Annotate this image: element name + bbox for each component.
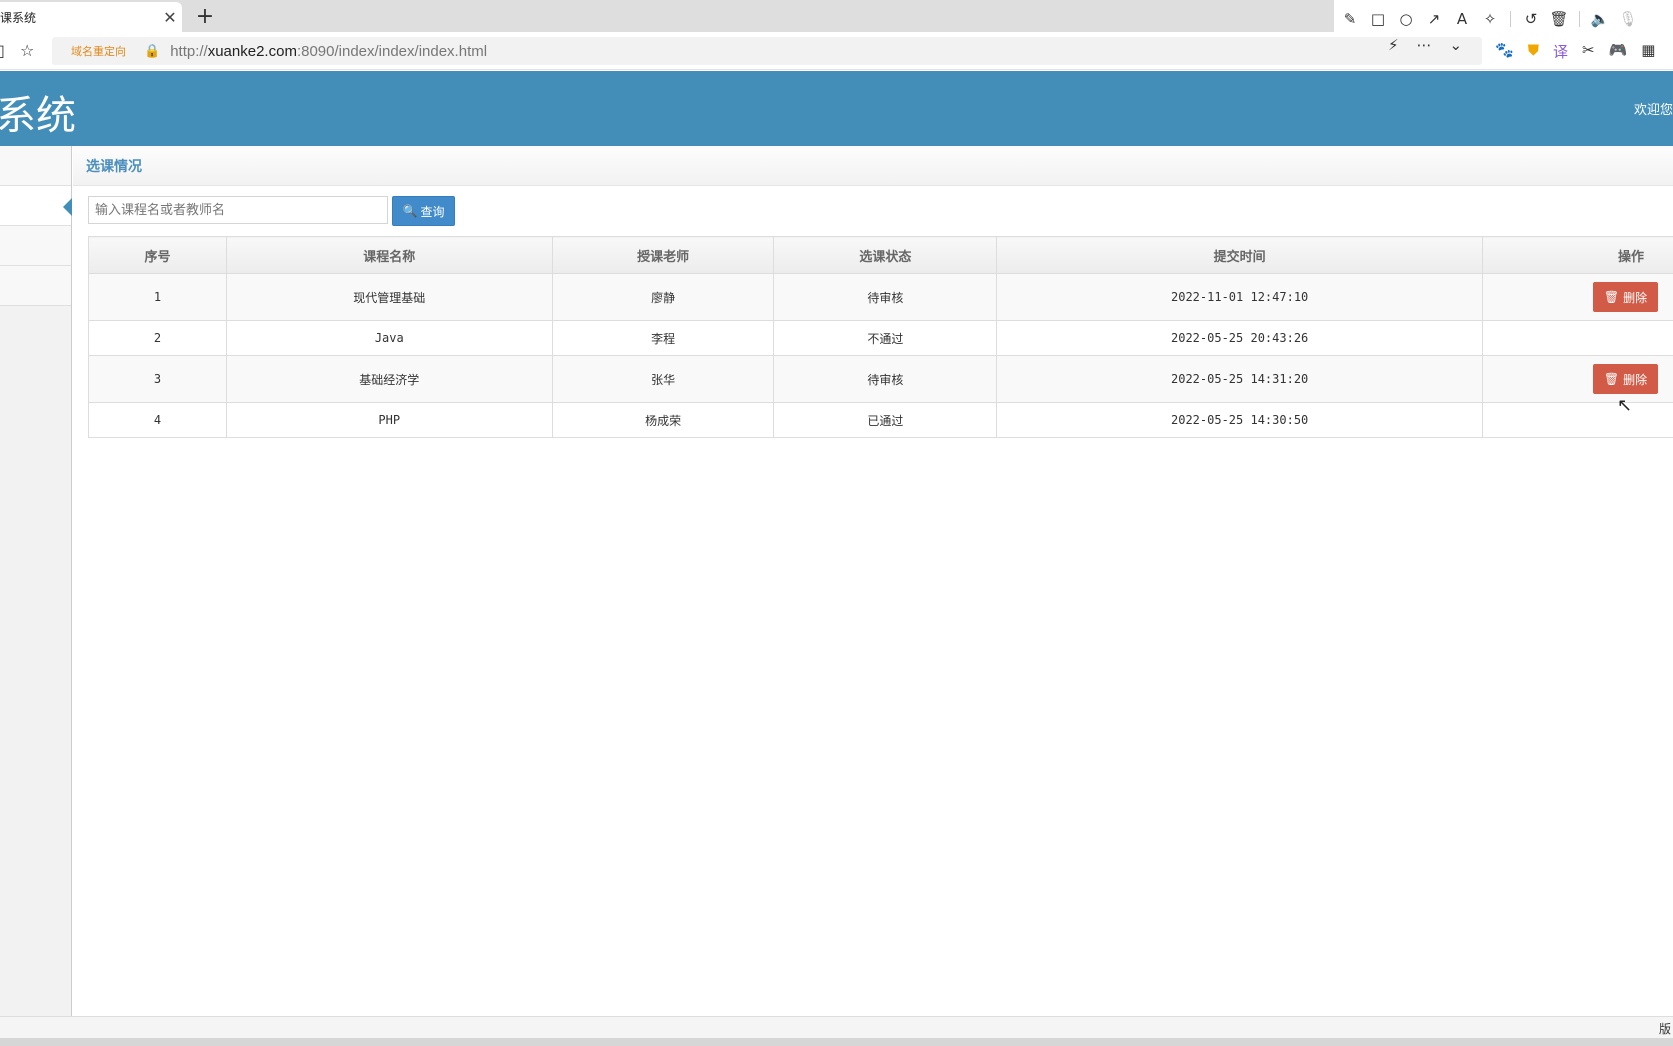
- cell-status: 待审核: [773, 273, 998, 321]
- cell-index: 3: [88, 355, 227, 403]
- cell-course: Java: [225, 320, 553, 356]
- page-title: 选课情况: [86, 158, 142, 175]
- circle-icon[interactable]: ○: [1398, 11, 1414, 27]
- column-header-course: 课程名称: [225, 236, 553, 274]
- delete-button-label: 删除: [1623, 372, 1648, 387]
- cell-index: 4: [88, 402, 227, 438]
- translate-icon[interactable]: 译: [1553, 41, 1568, 62]
- table-row: 1 现代管理基础 廖静 待审核 2022-11-01 12:47:10 🗑 删除: [88, 273, 1673, 321]
- magic-wand-icon[interactable]: ✧: [1482, 11, 1498, 27]
- cell-teacher: 杨成荣: [551, 402, 775, 438]
- redirect-label[interactable]: 域名重定向: [71, 43, 126, 59]
- cell-action: 🗑 删除: [1481, 273, 1673, 321]
- address-bar: ▯ ☆ 域名重定向 🔒 http://xuanke2.com:8090/inde…: [0, 32, 1673, 70]
- main-content: 选课情况 🔍 查询 序号 课程名称 授课老师 选课状态 提交时间 操作 1: [73, 146, 1673, 1016]
- url-actions: ⚡ ⋯ ⌄: [1388, 36, 1462, 54]
- new-tab-button[interactable]: +: [192, 2, 218, 30]
- extension-icon[interactable]: 🐾: [1495, 41, 1514, 62]
- cell-time: 2022-05-25 14:30:50: [996, 402, 1483, 438]
- insecure-icon[interactable]: 🔒: [144, 44, 160, 59]
- cell-action: [1481, 320, 1673, 356]
- delete-button-label: 删除: [1623, 290, 1648, 305]
- table-row: 4 PHP 杨成荣 已通过 2022-05-25 14:30:50: [88, 402, 1673, 438]
- welcome-text[interactable]: 欢迎您: [1634, 99, 1673, 118]
- course-selection-table: 序号 课程名称 授课老师 选课状态 提交时间 操作 1 现代管理基础 廖静 待审…: [88, 236, 1673, 438]
- more-icon[interactable]: ⋯: [1417, 36, 1432, 54]
- cell-index: 2: [88, 320, 227, 356]
- browser-status-bar: 版: [0, 1016, 1673, 1038]
- game-icon[interactable]: 🎮: [1609, 41, 1628, 62]
- cell-teacher: 张华: [551, 355, 775, 403]
- trash-icon: 🗑: [1603, 372, 1620, 386]
- cell-course: 现代管理基础: [225, 273, 553, 321]
- sidebar-item-active[interactable]: [0, 186, 72, 226]
- cell-teacher: 廖静: [551, 273, 775, 321]
- column-header-time: 提交时间: [996, 236, 1483, 274]
- cell-teacher: 李程: [551, 320, 775, 356]
- chevron-down-icon[interactable]: ⌄: [1450, 36, 1463, 54]
- search-icon: 🔍: [402, 204, 418, 218]
- delete-button[interactable]: 🗑 删除: [1592, 364, 1658, 394]
- undo-icon[interactable]: ↺: [1523, 11, 1539, 27]
- microphone-icon[interactable]: 🎙: [1618, 11, 1637, 27]
- app-title: 系统: [0, 93, 76, 139]
- trash-icon[interactable]: 🗑: [1549, 11, 1568, 27]
- column-header-teacher: 授课老师: [551, 236, 775, 274]
- query-button-label: 查询: [420, 204, 445, 219]
- rectangle-icon[interactable]: □: [1370, 11, 1386, 27]
- favorites-icon[interactable]: ☆: [20, 41, 34, 60]
- trash-icon: 🗑: [1603, 290, 1620, 304]
- cell-index: 1: [88, 273, 227, 321]
- mouse-cursor-icon: ↖: [1617, 395, 1633, 416]
- sidebar-toggle-icon[interactable]: ▯: [0, 41, 5, 60]
- cell-action: [1481, 402, 1673, 438]
- pencil-icon[interactable]: ✎: [1342, 11, 1358, 27]
- search-input[interactable]: [88, 196, 388, 224]
- cell-course: 基础经济学: [225, 355, 553, 403]
- column-header-index: 序号: [88, 236, 227, 274]
- lightning-icon[interactable]: ⚡: [1388, 36, 1399, 54]
- cell-time: 2022-05-25 20:43:26: [996, 320, 1483, 356]
- divider: [1510, 11, 1511, 27]
- cell-action: 🗑 删除: [1481, 355, 1673, 403]
- active-indicator: [63, 198, 72, 216]
- status-text: 版: [1658, 1022, 1671, 1036]
- os-taskbar: [0, 1038, 1673, 1046]
- table-row: 2 Java 李程 不通过 2022-05-25 20:43:26: [88, 320, 1673, 356]
- table-header-row: 序号 课程名称 授课老师 选课状态 提交时间 操作: [88, 236, 1673, 274]
- scissors-icon[interactable]: ✂: [1582, 41, 1595, 62]
- delete-button[interactable]: 🗑 删除: [1592, 282, 1658, 312]
- column-header-action: 操作: [1481, 236, 1673, 274]
- column-header-status: 选课状态: [773, 236, 998, 274]
- cell-course: PHP: [225, 402, 553, 438]
- sidebar-item[interactable]: [0, 146, 71, 186]
- table-row: 3 基础经济学 张华 待审核 2022-05-25 14:31:20 🗑 删除: [88, 355, 1673, 403]
- app-header: 系统 欢迎您: [0, 71, 1673, 146]
- breadcrumb: 选课情况: [73, 146, 1673, 186]
- search-row: 🔍 查询: [88, 196, 455, 226]
- shield-icon[interactable]: ⛊: [1528, 41, 1539, 62]
- sidebar-item[interactable]: [0, 226, 71, 266]
- cell-status: 待审核: [773, 355, 998, 403]
- url-box[interactable]: 域名重定向 🔒 http://xuanke2.com:8090/index/in…: [52, 37, 1482, 65]
- arrow-icon[interactable]: ↗: [1426, 11, 1442, 27]
- cell-status: 已通过: [773, 402, 998, 438]
- browser-tab[interactable]: 选课系统 ✕: [0, 2, 182, 32]
- url-text[interactable]: http://xuanke2.com:8090/index/index/inde…: [170, 43, 487, 60]
- apps-grid-icon[interactable]: ▦: [1641, 41, 1655, 62]
- query-button[interactable]: 🔍 查询: [392, 196, 455, 226]
- cell-time: 2022-11-01 12:47:10: [996, 273, 1483, 321]
- sidebar-item[interactable]: [0, 266, 71, 306]
- extension-icons: 🐾 ⛊ 译 ✂ 🎮 ▦: [1495, 41, 1655, 62]
- close-tab-icon[interactable]: ✕: [158, 8, 182, 27]
- sidebar: [0, 146, 72, 1016]
- tab-title: 选课系统: [0, 10, 37, 25]
- divider: [1579, 11, 1580, 27]
- cell-status: 不通过: [773, 320, 998, 356]
- text-icon[interactable]: A: [1454, 11, 1470, 27]
- cell-time: 2022-05-25 14:31:20: [996, 355, 1483, 403]
- speaker-icon[interactable]: 🔈: [1591, 11, 1610, 27]
